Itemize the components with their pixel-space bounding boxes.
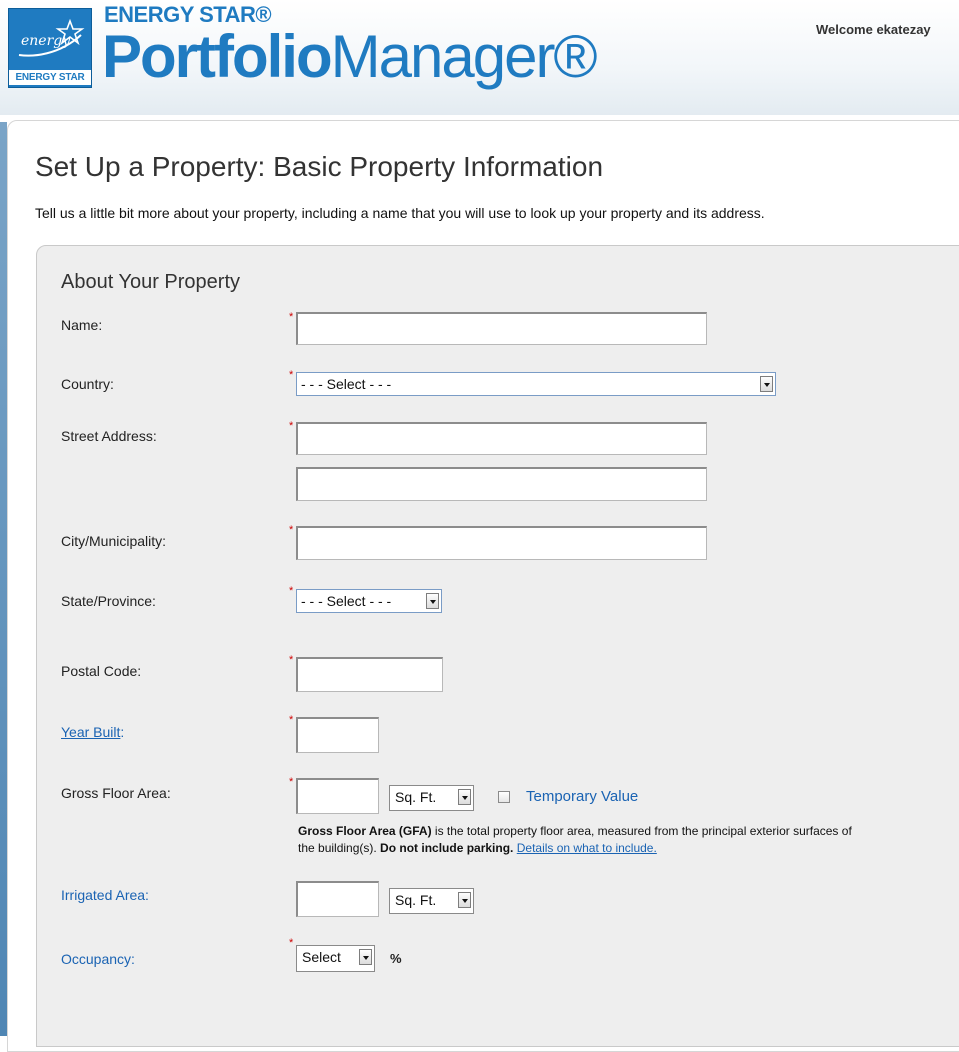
energy-star-logo-icon: energy <box>18 18 85 57</box>
temporary-value-checkbox[interactable] <box>498 791 510 803</box>
left-accent-strip <box>0 122 7 1036</box>
postal-code-input[interactable] <box>296 657 443 692</box>
page-title: Set Up a Property: Basic Property Inform… <box>35 151 604 182</box>
city-input[interactable] <box>296 526 707 560</box>
postal-code-label: Postal Code: <box>61 663 142 679</box>
site-header: energy ENERGY STAR ENERGY STAR® Portfoli… <box>0 0 959 115</box>
year-built-required-marker: * <box>289 714 294 726</box>
state-required-marker: * <box>289 585 294 597</box>
year-built-label: Year Built: <box>61 724 124 740</box>
brand-portfolio-manager[interactable]: PortfolioManager® <box>102 22 598 92</box>
irrigated-area-label[interactable]: Irrigated Area: <box>61 887 149 903</box>
state-select-value: - - - Select - - - <box>301 593 392 609</box>
energy-star-logo[interactable]: energy ENERGY STAR <box>8 8 92 88</box>
irrigated-unit-value: Sq. Ft. <box>395 892 437 908</box>
country-required-marker: * <box>289 369 294 381</box>
country-select-value: - - - Select - - - <box>301 376 392 392</box>
chevron-down-icon <box>760 376 773 392</box>
name-required-marker: * <box>289 311 294 323</box>
postal-required-marker: * <box>289 654 294 666</box>
state-select[interactable]: - - - Select - - - <box>296 589 442 613</box>
state-label: State/Province: <box>61 593 156 609</box>
occupancy-percent-unit: % <box>390 951 402 966</box>
brand-portfolio-word: Portfolio <box>102 23 333 90</box>
year-built-help-link[interactable]: Year Built <box>61 724 120 740</box>
chevron-down-icon <box>426 593 439 609</box>
gfa-details-link[interactable]: Details on what to include. <box>517 841 657 855</box>
section-title: About Your Property <box>61 271 241 293</box>
gfa-note-term: Gross Floor Area (GFA) <box>298 824 432 838</box>
temporary-value-label[interactable]: Temporary Value <box>526 788 638 805</box>
name-label: Name: <box>61 317 103 333</box>
welcome-user-text: Welcome ekatezay <box>816 22 931 37</box>
street-address-line2-input[interactable] <box>296 467 707 501</box>
logo-label: ENERGY STAR <box>9 70 91 85</box>
property-form-panel <box>36 245 959 1047</box>
irrigated-area-input[interactable] <box>296 881 379 917</box>
chevron-down-icon <box>458 789 471 805</box>
page-description: Tell us a little bit more about your pro… <box>35 205 765 221</box>
chevron-down-icon <box>359 949 372 965</box>
year-built-input[interactable] <box>296 717 379 753</box>
gfa-note-parking: Do not include parking. <box>380 841 514 855</box>
street-address-line1-input[interactable] <box>296 422 707 455</box>
city-required-marker: * <box>289 524 294 536</box>
brand-manager-word: Manager® <box>330 23 598 90</box>
country-select[interactable]: - - - Select - - - <box>296 372 776 396</box>
year-built-colon: : <box>120 724 125 740</box>
chevron-down-icon <box>458 892 471 908</box>
occupancy-select[interactable]: Select <box>296 945 375 972</box>
gfa-help-note: Gross Floor Area (GFA) is the total prop… <box>298 823 858 857</box>
city-label: City/Municipality: <box>61 533 167 549</box>
gross-floor-area-label: Gross Floor Area: <box>61 785 171 801</box>
gfa-unit-select[interactable]: Sq. Ft. <box>389 785 474 811</box>
street-address-label: Street Address: <box>61 428 157 444</box>
irrigated-unit-select[interactable]: Sq. Ft. <box>389 888 474 914</box>
name-input[interactable] <box>296 312 707 345</box>
street-required-marker: * <box>289 420 294 432</box>
gfa-required-marker: * <box>289 776 294 788</box>
country-label: Country: <box>61 376 114 392</box>
gfa-unit-value: Sq. Ft. <box>395 789 437 805</box>
occupancy-label[interactable]: Occupancy: <box>61 951 135 967</box>
occupancy-select-value: Select <box>302 949 341 965</box>
occupancy-required-marker: * <box>289 937 294 949</box>
gross-floor-area-input[interactable] <box>296 778 379 814</box>
